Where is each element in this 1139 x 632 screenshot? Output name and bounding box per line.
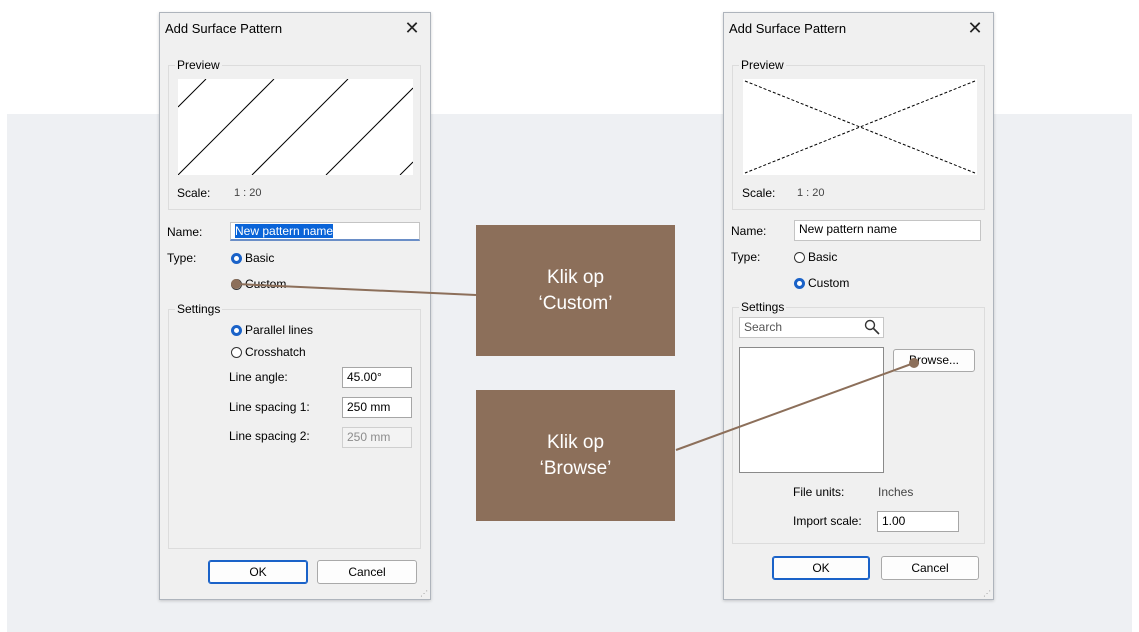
empty-pattern-preview <box>744 80 976 174</box>
line-spacing-1-field[interactable]: 250 mm <box>342 397 412 418</box>
scale-value: 1 : 20 <box>797 187 825 199</box>
name-input[interactable]: New pattern name <box>794 220 981 241</box>
add-surface-pattern-dialog-basic: Add Surface Pattern ✕ Preview Scale: 1 :… <box>159 12 431 600</box>
scale-label: Scale: <box>177 186 211 200</box>
type-custom-radio[interactable]: Custom <box>231 277 286 291</box>
callout-custom-line1: Klik op <box>546 266 605 288</box>
close-icon[interactable]: ✕ <box>963 16 987 40</box>
pattern-preview <box>177 78 414 176</box>
file-units-label: File units: <box>793 485 845 499</box>
name-label: Name: <box>167 225 203 239</box>
name-value: New pattern name <box>235 224 334 238</box>
close-icon[interactable]: ✕ <box>400 16 424 40</box>
preview-label: Preview <box>175 58 222 72</box>
radio-selected-icon <box>794 277 805 289</box>
scale-label: Scale: <box>742 186 776 200</box>
ok-button[interactable]: OK <box>772 556 870 580</box>
type-custom-label: Custom <box>808 276 850 290</box>
import-scale-field[interactable]: 1.00 <box>877 511 959 532</box>
radio-selected-icon <box>231 252 242 264</box>
resize-grip-icon[interactable]: ⋰ <box>420 589 428 598</box>
callout-custom: Klik op ‘Custom’ <box>476 225 675 356</box>
radio-unselected-icon <box>231 346 242 358</box>
callout-custom-line2: ‘Custom’ <box>538 292 613 314</box>
radio-selected-icon <box>231 324 242 336</box>
settings-group: Settings Search Browse... File units: In… <box>732 300 985 544</box>
callout-browse-line1: Klik op <box>546 431 605 453</box>
settings-group: Settings Parallel lines Crosshatch Line … <box>168 302 421 549</box>
browse-button[interactable]: Browse... <box>893 349 975 372</box>
type-basic-label: Basic <box>245 251 275 265</box>
type-basic-label: Basic <box>808 250 838 264</box>
radio-unselected-icon <box>794 251 805 263</box>
settings-label: Settings <box>739 300 787 314</box>
callout-browse: Klik op ‘Browse’ <box>476 390 675 521</box>
scale-value: 1 : 20 <box>234 187 262 199</box>
add-surface-pattern-dialog-custom: Add Surface Pattern ✕ Preview Scale: 1 :… <box>723 12 994 600</box>
dialog-title: Add Surface Pattern <box>729 21 847 36</box>
type-label: Type: <box>167 251 197 265</box>
resize-grip-icon[interactable]: ⋰ <box>983 589 991 598</box>
callout-browse-line2: ‘Browse’ <box>539 457 612 479</box>
preview-label: Preview <box>739 58 786 72</box>
line-angle-field[interactable]: 45.00° <box>342 367 412 388</box>
dialog-title: Add Surface Pattern <box>165 21 283 36</box>
name-value: New pattern name <box>799 222 898 236</box>
parallel-lines-radio[interactable]: Parallel lines <box>231 323 313 337</box>
type-label: Type: <box>731 250 761 264</box>
file-units-value: Inches <box>878 485 914 499</box>
type-custom-label: Custom <box>245 277 287 291</box>
pattern-file-list[interactable] <box>739 347 884 473</box>
name-label: Name: <box>731 224 767 238</box>
type-custom-radio[interactable]: Custom <box>794 276 849 290</box>
settings-label: Settings <box>175 302 223 316</box>
ok-button[interactable]: OK <box>208 560 308 584</box>
cancel-button[interactable]: Cancel <box>317 560 417 584</box>
line-angle-label: Line angle: <box>229 370 288 384</box>
import-scale-label: Import scale: <box>793 514 862 528</box>
line-spacing-2-label: Line spacing 2: <box>229 429 310 443</box>
preview-group: Preview Scale: 1 : 20 <box>732 58 985 210</box>
cancel-button[interactable]: Cancel <box>881 556 979 580</box>
search-input[interactable]: Search <box>739 317 884 338</box>
preview-group: Preview Scale: 1 : 20 <box>168 58 421 210</box>
crosshatch-radio[interactable]: Crosshatch <box>231 345 306 359</box>
type-basic-radio[interactable]: Basic <box>794 250 837 264</box>
title-bar: Add Surface Pattern ✕ <box>724 13 993 43</box>
search-icon <box>864 319 880 335</box>
crosshatch-label: Crosshatch <box>245 345 306 359</box>
title-bar: Add Surface Pattern ✕ <box>160 13 430 43</box>
parallel-lines-preview <box>177 78 414 176</box>
line-spacing-1-label: Line spacing 1: <box>229 400 310 414</box>
search-placeholder: Search <box>744 320 783 334</box>
pattern-preview <box>743 79 977 175</box>
type-basic-radio[interactable]: Basic <box>231 251 274 265</box>
name-input[interactable]: New pattern name <box>230 222 420 241</box>
parallel-lines-label: Parallel lines <box>245 323 314 337</box>
radio-unselected-icon <box>231 278 242 290</box>
line-spacing-2-field: 250 mm <box>342 427 412 448</box>
